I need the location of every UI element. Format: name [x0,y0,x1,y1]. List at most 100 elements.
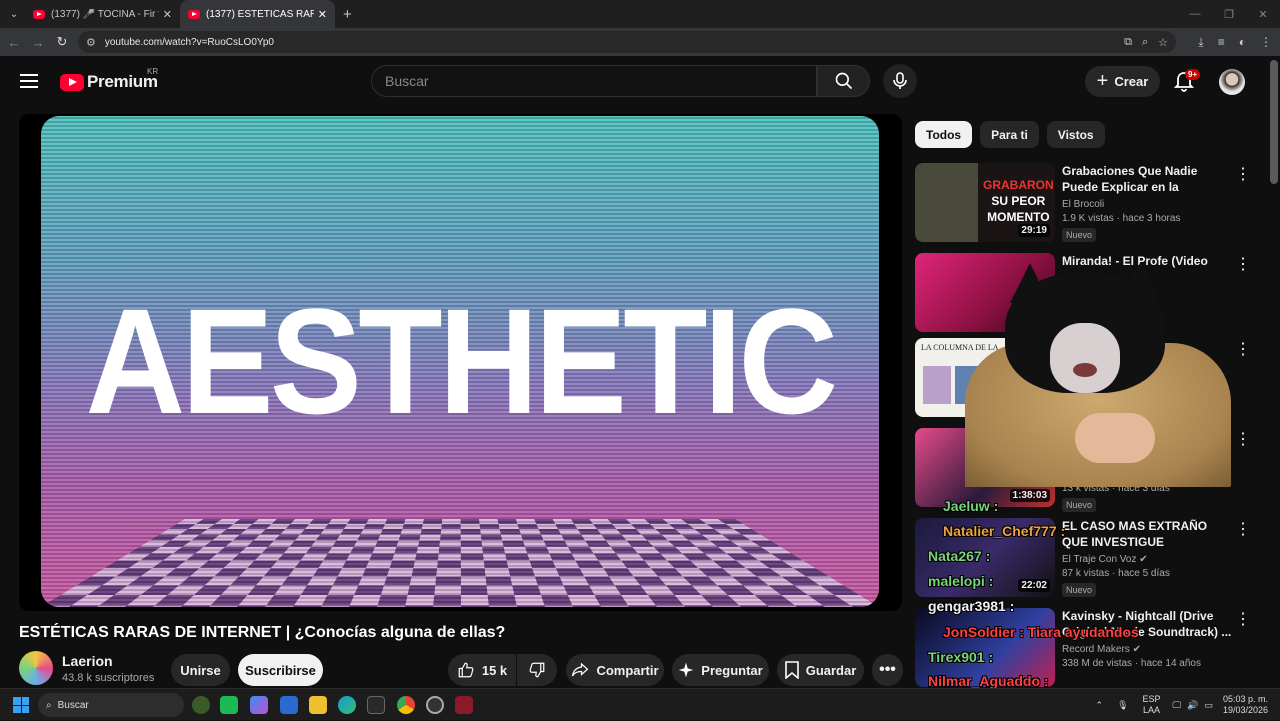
media-icon[interactable]: ≡ [1218,35,1225,49]
minimize-icon[interactable]: — [1178,8,1212,20]
search-input[interactable]: Buscar [371,65,817,97]
channel-name[interactable]: Laerion [62,653,113,669]
new-tab-icon[interactable]: + [343,6,352,23]
browser-tab-bar: ⌄ (1377) 🎤 TOCINA - Fir ft. Azul ✕ (1377… [0,0,1280,28]
taskbar-app-icon[interactable] [220,696,238,714]
windows-taskbar: ⌕ Buscar ⌃ 🎙 ESP LAA 🖵 🔊 ▭ 05:03 p. m. 1… [0,688,1280,720]
subscriber-count: 43.8 k suscriptores [62,672,155,684]
taskbar-search-label: Buscar [57,699,89,711]
video-duration: 29:19 [1018,224,1050,237]
chip-vistos[interactable]: Vistos [1046,121,1105,148]
bookmark-star-icon[interactable]: ☆ [1158,36,1168,49]
close-window-icon[interactable]: ✕ [1246,8,1280,21]
notification-badge: 9+ [1185,69,1201,80]
ask-button[interactable]: Preguntar [672,654,769,686]
youtube-play-icon [60,73,84,91]
thumbnail-text: GRABARON [983,178,1054,192]
chip-todos[interactable]: Todos [915,121,973,148]
subscribe-button[interactable]: Suscribirse [238,654,323,686]
maximize-icon[interactable]: ❐ [1212,8,1246,21]
terminal-icon[interactable] [367,696,385,714]
zoom-icon[interactable]: ⌕ [1142,36,1148,49]
more-options-icon[interactable]: ⋮ [1235,342,1251,358]
more-options-icon[interactable]: ⋮ [1235,257,1251,273]
verified-icon: ✔ [1139,554,1148,565]
thumbnail-text: MOMENTO [987,210,1050,224]
browser-tab-active[interactable]: (1377) ESTÉTICAS RARAS DE IN ✕ [180,0,335,28]
thumbs-down-icon [529,662,545,678]
join-button[interactable]: Unirse [171,654,230,686]
chrome-icon[interactable] [397,696,415,714]
dislike-button[interactable] [517,654,557,686]
video-frame: AESTHETIC [41,116,879,607]
taskbar-app-icon[interactable] [192,696,210,714]
taskbar-app-icon[interactable] [250,696,268,714]
save-label: Guardar [805,662,857,678]
voice-search-button[interactable] [883,64,917,98]
rec-title: Grabaciones Que Nadie Puede Explicar en … [1062,164,1198,194]
share-button[interactable]: Compartir [566,654,664,686]
bookmark-icon [784,661,799,679]
file-explorer-icon[interactable] [309,696,327,714]
new-badge: Nuevo [1062,228,1097,242]
video-duration: 22:02 [1018,579,1050,592]
close-tab-icon[interactable]: ✕ [318,8,327,21]
clock-time[interactable]: 05:03 p. m. [1223,694,1268,705]
video-title: ESTÉTICAS RARAS DE INTERNET | ¿Conocías … [19,624,506,641]
create-button[interactable]: + Crear [1085,66,1160,97]
share-label: Compartir [596,662,659,678]
chip-para-ti[interactable]: Para ti [980,121,1039,148]
site-info-icon[interactable]: ⚙ [86,36,96,49]
tab-search-icon[interactable]: ⌄ [3,3,25,25]
more-options-icon[interactable]: ⋮ [1235,522,1251,538]
video-duration: 1:38:03 [1009,489,1050,502]
more-actions-icon[interactable]: ••• [872,654,903,686]
back-icon[interactable]: ← [2,35,26,50]
channel-avatar[interactable] [19,651,53,685]
sparkle-icon [678,662,694,678]
windows-start-icon[interactable] [13,697,29,713]
page-scrollbar[interactable] [1270,60,1278,184]
close-tab-icon[interactable]: ✕ [163,8,172,21]
tab-title: (1377) ESTÉTICAS RARAS DE IN [206,8,314,20]
video-player[interactable]: AESTHETIC [19,114,902,611]
more-options-icon[interactable]: ⋮ [1235,612,1251,628]
forward-icon[interactable]: → [26,35,50,50]
edge-icon[interactable] [338,696,356,714]
battery-icon[interactable]: ▭ [1204,700,1213,711]
volume-icon[interactable]: 🔊 [1187,700,1198,711]
search-button[interactable] [817,65,870,97]
browser-menu-icon[interactable]: ⋮ [1260,35,1272,49]
rec-channel: El Brocoli [1062,199,1105,210]
store-icon[interactable] [280,696,298,714]
layout-code[interactable]: LAA [1143,705,1161,716]
rec-channel: El Traje Con Voz ✔ [1062,554,1232,565]
install-icon[interactable]: ⧉ [1124,36,1132,49]
language-code[interactable]: ESP [1143,694,1161,705]
hamburger-menu-icon[interactable] [20,74,38,88]
more-options-icon[interactable]: ⋮ [1235,167,1251,183]
more-options-icon[interactable]: ⋮ [1235,432,1251,448]
save-button[interactable]: Guardar [777,654,864,686]
chat-overlay-line: Tirex901 : [928,649,994,665]
taskbar-app-icon[interactable] [426,696,444,714]
url-field[interactable]: ⚙ youtube.com/watch?v=RuoCsLO0Yp0 ⧉ ⌕ ☆ [78,31,1176,53]
like-button[interactable]: 15 k [448,654,516,686]
chat-overlay-line: gengar3981 : [928,598,1015,614]
tab-title: (1377) 🎤 TOCINA - Fir ft. Azul [51,8,159,20]
user-avatar[interactable] [1219,69,1245,95]
profile-icon[interactable]: ◐ [1239,35,1246,49]
taskbar-search[interactable]: ⌕ Buscar [38,693,184,717]
clock-date[interactable]: 19/03/2026 [1223,705,1268,716]
share-icon [572,662,589,677]
reload-icon[interactable]: ↻ [50,34,74,50]
recommendation-item[interactable]: GRABARON SU PEOR MOMENTO 29:19 Grabacion… [915,163,1265,243]
video-thumbnail[interactable]: GRABARON SU PEOR MOMENTO 29:19 [915,163,1055,242]
tray-chevron-icon[interactable]: ⌃ [1096,700,1104,711]
network-icon[interactable]: 🖵 [1173,700,1182,711]
youtube-premium-logo[interactable]: Premium KR [60,67,158,92]
browser-tab[interactable]: (1377) 🎤 TOCINA - Fir ft. Azul ✕ [25,0,180,28]
download-icon[interactable]: ⤓ [1198,35,1203,50]
taskbar-app-icon[interactable] [455,696,473,714]
microphone-tray-icon[interactable]: 🎙 [1117,700,1128,711]
